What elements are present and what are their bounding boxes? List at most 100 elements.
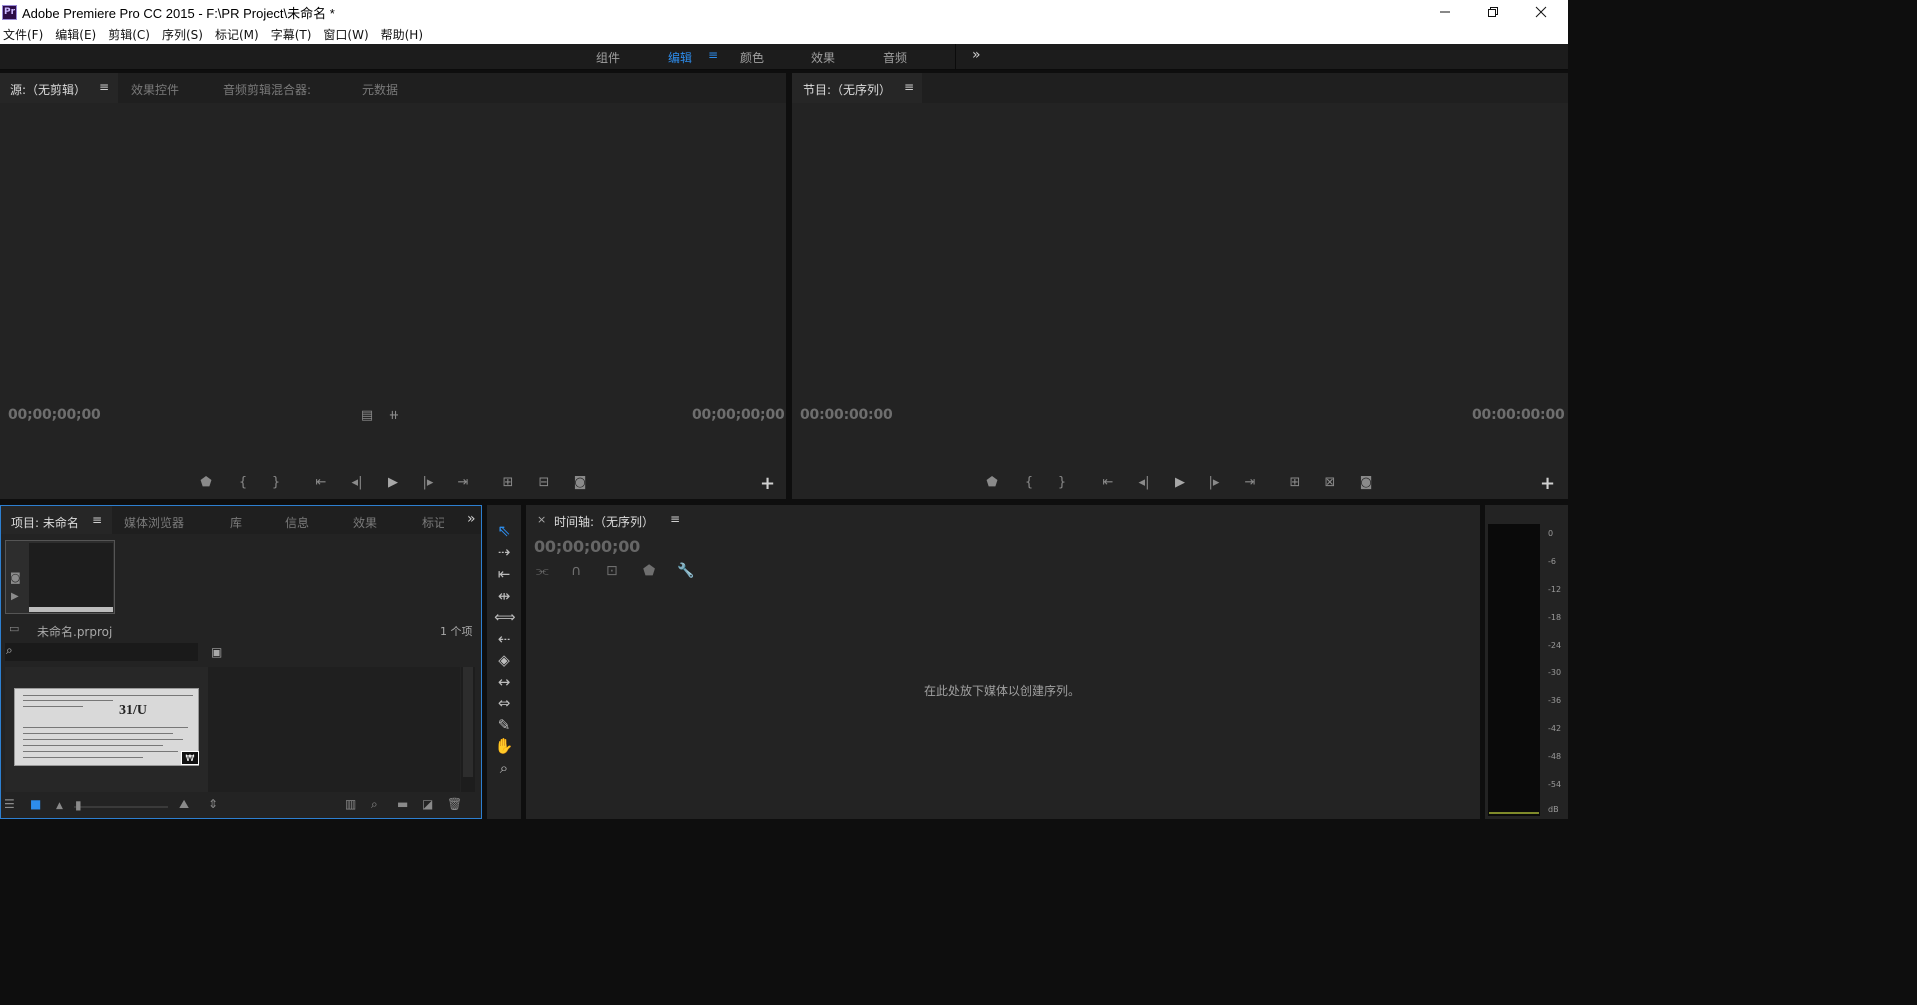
go-to-in-icon[interactable]: ⇤ — [1099, 475, 1117, 491]
menu-clip[interactable]: 剪辑(C) — [108, 26, 150, 43]
automate-to-sequence-icon[interactable]: ▥ — [345, 797, 356, 811]
clear-icon[interactable]: 🗑 — [447, 797, 462, 811]
go-to-in-icon[interactable]: ⇤ — [312, 475, 330, 491]
menu-window[interactable]: 窗口(W) — [323, 26, 368, 43]
mark-in-icon[interactable]: { — [234, 475, 252, 491]
close-timeline-icon[interactable]: × — [537, 513, 546, 526]
slide-tool-icon[interactable]: ⇔ — [494, 694, 514, 712]
workspace-tab-editing[interactable]: 编辑 — [668, 49, 692, 66]
mark-in-icon[interactable]: { — [1020, 475, 1038, 491]
list-view-icon[interactable]: ☰ — [4, 797, 15, 811]
mark-out-icon[interactable]: } — [267, 475, 285, 491]
zoom-slider-handle[interactable]: ▮ — [75, 798, 82, 812]
step-forward-icon[interactable]: |▸ — [419, 475, 437, 491]
mark-out-icon[interactable]: } — [1053, 475, 1071, 491]
restore-button[interactable] — [1470, 0, 1516, 24]
pen-tool-icon[interactable]: ✎ — [494, 716, 514, 734]
step-back-icon[interactable]: ◂| — [348, 475, 366, 491]
step-back-icon[interactable]: ◂| — [1135, 475, 1153, 491]
hand-tool-icon[interactable]: ✋ — [494, 737, 514, 755]
zoom-in-icon[interactable]: ⛰ — [179, 797, 189, 812]
menu-sequence[interactable]: 序列(S) — [162, 26, 203, 43]
scrollbar-thumb[interactable] — [463, 667, 473, 777]
menu-edit[interactable]: 编辑(E) — [55, 26, 96, 43]
timeline-panel-menu-icon[interactable]: ≡ — [670, 512, 680, 526]
tab-effect-controls[interactable]: 效果控件 — [131, 81, 179, 98]
menu-marker[interactable]: 标记(M) — [215, 26, 259, 43]
media-item-thumbnail[interactable]: 31/U — [14, 688, 199, 766]
poster-frame-icon[interactable]: ◙ — [10, 571, 21, 584]
new-bin-icon[interactable]: ▬ — [397, 797, 408, 811]
drag-audio-icon[interactable]: ⧺ — [385, 408, 403, 424]
source-timecode-in[interactable]: 00;00;00;00 — [8, 407, 101, 423]
slip-tool-icon[interactable]: ↔ — [494, 673, 514, 691]
linked-selection-icon[interactable]: ⊡ — [606, 563, 618, 579]
source-panel-menu-icon[interactable]: ≡ — [99, 80, 109, 94]
tab-libraries[interactable]: 库 — [230, 514, 242, 531]
extract-icon[interactable]: ⊠ — [1321, 475, 1339, 491]
timeline-timecode[interactable]: 00;00;00;00 — [534, 537, 640, 556]
workspace-tab-color[interactable]: 颜色 — [740, 49, 764, 66]
tab-audio-clip-mixer[interactable]: 音频剪辑混合器: — [223, 81, 311, 98]
preview-play-icon[interactable]: ▶ — [11, 591, 19, 602]
tab-effects[interactable]: 效果 — [353, 514, 377, 531]
lift-icon[interactable]: ⊞ — [1286, 475, 1304, 491]
menu-help[interactable]: 帮助(H) — [381, 26, 423, 43]
tab-media-browser[interactable]: 媒体浏览器 — [124, 514, 184, 531]
menu-title[interactable]: 字幕(T) — [271, 26, 312, 43]
overwrite-icon[interactable]: ⊟ — [535, 475, 553, 491]
tab-markers[interactable]: 标记 — [422, 514, 444, 531]
drag-video-icon[interactable]: ▤ — [358, 408, 376, 424]
razor-tool-icon[interactable]: ◈ — [494, 651, 514, 669]
add-marker-icon[interactable]: ⬟ — [197, 475, 215, 491]
add-marker-icon[interactable]: ⬟ — [643, 563, 655, 579]
timeline-settings-wrench-icon[interactable]: 🔧 — [677, 563, 694, 579]
tab-info[interactable]: 信息 — [285, 514, 309, 531]
tab-program[interactable]: 节目:（无序列） — [803, 81, 891, 98]
program-panel-menu-icon[interactable]: ≡ — [904, 80, 914, 94]
tab-metadata[interactable]: 元数据 — [362, 81, 398, 98]
zoom-slider[interactable] — [74, 806, 168, 808]
play-icon[interactable]: ▶ — [384, 475, 402, 491]
add-marker-icon[interactable]: ⬟ — [983, 475, 1001, 491]
export-frame-icon[interactable]: ◙ — [571, 475, 589, 491]
icon-view-icon[interactable]: ■ — [30, 797, 41, 811]
zoom-out-icon[interactable]: ▲ — [56, 801, 63, 811]
workspace-tab-effects[interactable]: 效果 — [811, 49, 835, 66]
preview-scrubber[interactable] — [29, 607, 113, 612]
tab-timeline[interactable]: 时间轴:（无序列） — [554, 513, 654, 530]
menu-file[interactable]: 文件(F) — [3, 26, 43, 43]
go-to-out-icon[interactable]: ⇥ — [1241, 475, 1259, 491]
workspace-menu-icon[interactable]: ≡ — [708, 48, 718, 62]
export-frame-icon[interactable]: ◙ — [1357, 475, 1375, 491]
tab-project[interactable]: 项目: 未命名 — [11, 514, 79, 531]
project-more-tabs-icon[interactable]: » — [467, 511, 476, 527]
rate-stretch-tool-icon[interactable]: ⟺ — [494, 608, 516, 626]
minimize-button[interactable] — [1422, 0, 1468, 24]
track-select-backward-icon[interactable]: ⇠ — [494, 630, 514, 648]
rolling-edit-tool-icon[interactable]: ⇹ — [494, 587, 514, 605]
step-forward-icon[interactable]: |▸ — [1205, 475, 1223, 491]
play-icon[interactable]: ▶ — [1171, 475, 1189, 491]
go-to-out-icon[interactable]: ⇥ — [454, 475, 472, 491]
new-search-bin-icon[interactable]: ▣ — [211, 645, 222, 659]
insert-icon[interactable]: ⊞ — [499, 475, 517, 491]
tab-source[interactable]: 源:（无剪辑） — [10, 81, 86, 98]
button-editor-icon[interactable]: + — [760, 473, 775, 494]
nest-sequence-icon[interactable]: ⫘ — [536, 563, 549, 579]
project-search-input[interactable]: ⌕ — [5, 643, 198, 661]
zoom-tool-icon[interactable]: ⌕ — [494, 759, 514, 777]
workspace-tab-audio[interactable]: 音频 — [883, 49, 907, 66]
selection-tool-icon[interactable]: ⇖ — [494, 521, 514, 540]
track-select-tool-icon[interactable]: ⇢ — [494, 543, 514, 561]
ripple-edit-tool-icon[interactable]: ⇤ — [494, 565, 514, 583]
close-button[interactable] — [1518, 0, 1564, 24]
find-icon[interactable]: ⌕ — [371, 797, 378, 812]
workspace-more-icon[interactable]: » — [972, 47, 981, 63]
project-scrollbar[interactable] — [461, 667, 475, 792]
program-timecode-playhead[interactable]: 00:00:00:00 — [800, 407, 893, 423]
new-item-icon[interactable]: ◪ — [422, 797, 433, 811]
button-editor-icon[interactable]: + — [1540, 473, 1555, 494]
workspace-tab-assembly[interactable]: 组件 — [596, 49, 620, 66]
sort-icon[interactable]: ⇕ — [208, 797, 218, 811]
